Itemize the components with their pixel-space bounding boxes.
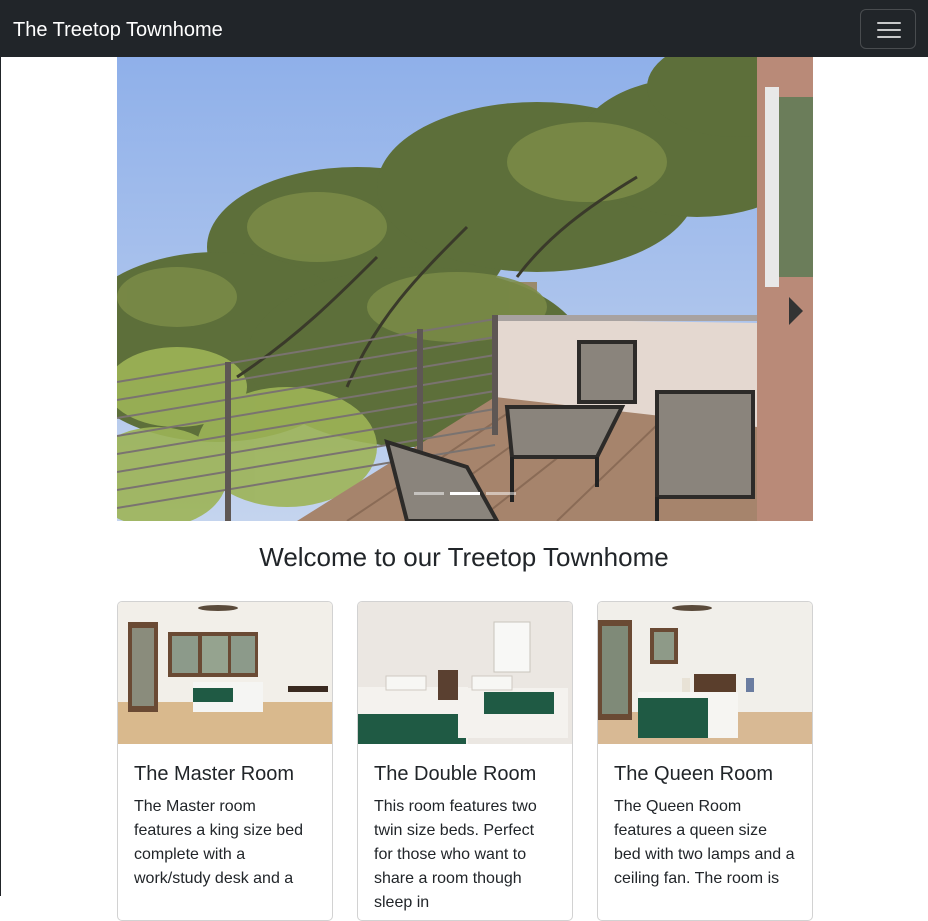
page-heading: Welcome to our Treetop Townhome [259,542,669,572]
room-card-queen: The Queen Room The Queen Room features a… [597,601,813,921]
card-text: The Queen Room features a queen size bed… [614,798,795,887]
window-edge [0,0,1,896]
room-card-master: The Master Room The Master room features… [117,601,333,921]
room-card-double: The Double Room This room features two t… [357,601,573,921]
balcony-photo [117,57,813,521]
carousel-indicators [414,491,516,497]
card-text: This room features two twin size beds. P… [374,798,537,911]
top-navbar: The Treetop Townhome [0,0,928,57]
card-title: The Double Room [374,763,537,785]
navbar-brand[interactable]: The Treetop Townhome [13,18,223,42]
room-photo [598,602,812,744]
hamburger-menu-icon [877,29,901,31]
room-photo [118,602,332,744]
carousel-indicator-2[interactable] [450,492,480,495]
photo-carousel[interactable] [117,57,813,521]
hamburger-menu-icon [877,22,901,24]
card-title: The Queen Room [614,763,773,785]
card-title: The Master Room [134,763,295,785]
carousel-indicator-3[interactable] [486,492,516,495]
carousel-indicator-1[interactable] [414,492,444,495]
card-text: The Master room features a king size bed… [134,798,303,887]
room-photo [358,602,572,744]
hamburger-menu-icon [877,36,901,38]
navbar-toggler-button[interactable] [860,9,916,49]
